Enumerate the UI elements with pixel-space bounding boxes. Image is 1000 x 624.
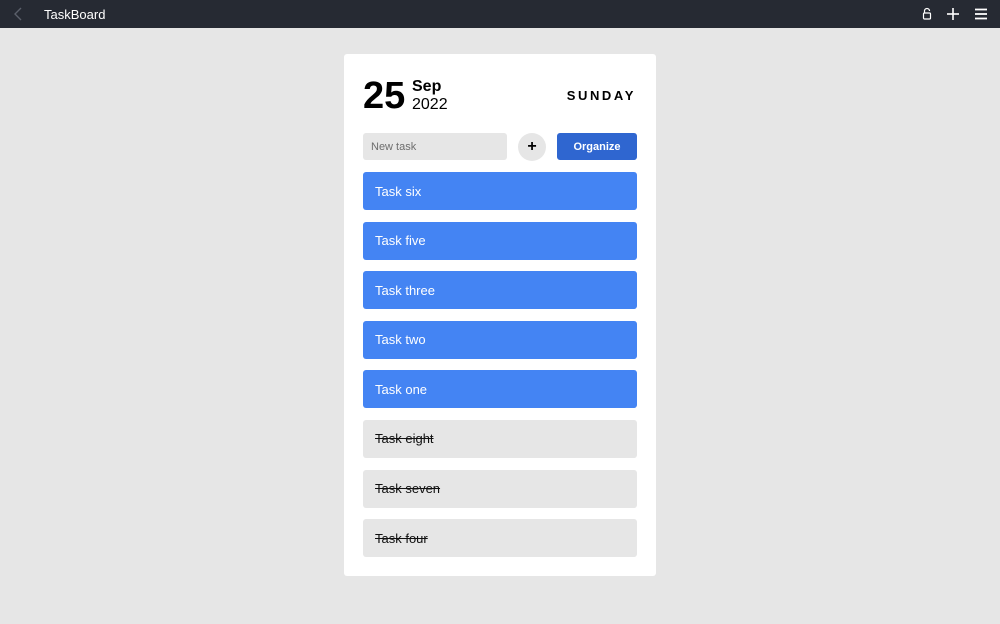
plus-icon[interactable] <box>944 5 962 23</box>
hamburger-menu-icon[interactable] <box>972 5 990 23</box>
add-task-button[interactable]: + <box>518 133 546 161</box>
new-task-input[interactable] <box>363 133 507 160</box>
organize-button[interactable]: Organize <box>557 133 637 160</box>
date-month: Sep <box>412 78 442 95</box>
task-item[interactable]: Task three <box>363 271 637 310</box>
task-item[interactable]: Task one <box>363 370 637 409</box>
task-item[interactable]: Task six <box>363 172 637 210</box>
task-list: Task six Task five Task three Task two T… <box>363 172 637 569</box>
app-title: TaskBoard <box>44 7 106 22</box>
chevron-left-icon[interactable] <box>11 5 27 23</box>
task-item-completed[interactable]: Task four <box>363 519 637 558</box>
title-bar: TaskBoard <box>0 0 1000 28</box>
lock-icon[interactable] <box>918 5 936 23</box>
date-day: 25 <box>363 75 406 117</box>
task-card: 25 Sep 2022 SUNDAY + Organize Task six T… <box>344 54 656 576</box>
date-year: 2022 <box>412 96 448 113</box>
date-weekday: SUNDAY <box>566 88 636 103</box>
task-item[interactable]: Task two <box>363 320 637 359</box>
task-item-completed[interactable]: Task eight <box>363 419 637 458</box>
task-item-completed[interactable]: Task seven <box>363 469 637 508</box>
task-item[interactable]: Task five <box>363 221 637 260</box>
